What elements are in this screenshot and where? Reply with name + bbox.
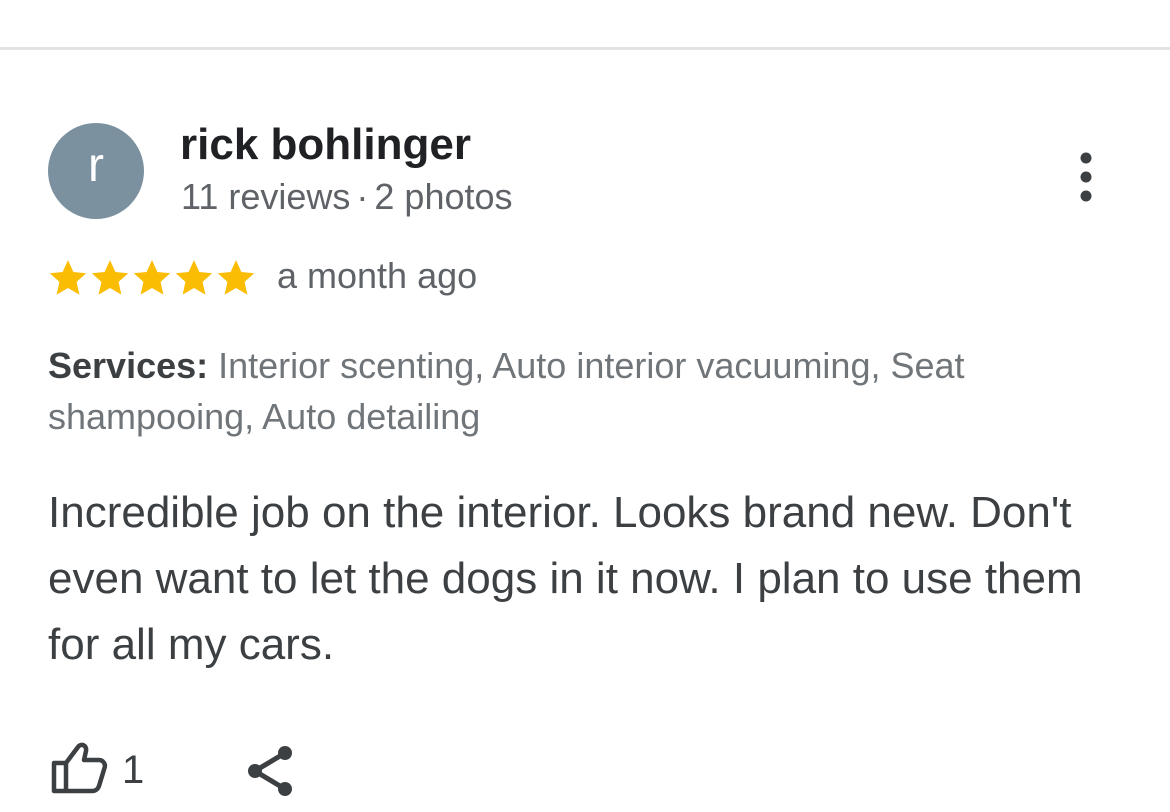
star-icon [91, 260, 129, 295]
meta-separator: · [356, 176, 369, 217]
review-time: a month ago [277, 255, 478, 296]
star-rating [47, 257, 257, 299]
thumbs-up-icon [51, 742, 108, 794]
review-text: Incredible job on the interior. Looks br… [48, 488, 1083, 669]
photo-count: 2 photos [374, 176, 513, 217]
reviewer-name[interactable]: rick bohlinger [180, 120, 471, 170]
services-label: Services: [48, 345, 209, 386]
services-section: Services: Interior scenting, Auto interi… [48, 340, 1128, 442]
top-divider [0, 47, 1170, 50]
more-options-button[interactable] [1064, 148, 1108, 208]
avatar[interactable]: r [48, 123, 144, 219]
star-icon [49, 260, 87, 295]
rating-row [47, 256, 257, 300]
avatar-initial: r [88, 139, 104, 192]
star-icon [133, 260, 171, 295]
like-button[interactable]: 1 [50, 740, 144, 796]
review-count: 11 reviews [181, 176, 351, 217]
share-button[interactable] [244, 744, 296, 798]
more-vert-icon [1080, 152, 1092, 202]
star-icon [175, 260, 213, 295]
share-icon [248, 746, 292, 796]
reviewer-meta: 11 reviews · 2 photos [181, 176, 513, 218]
star-icon [217, 260, 255, 295]
like-count: 1 [122, 747, 145, 792]
